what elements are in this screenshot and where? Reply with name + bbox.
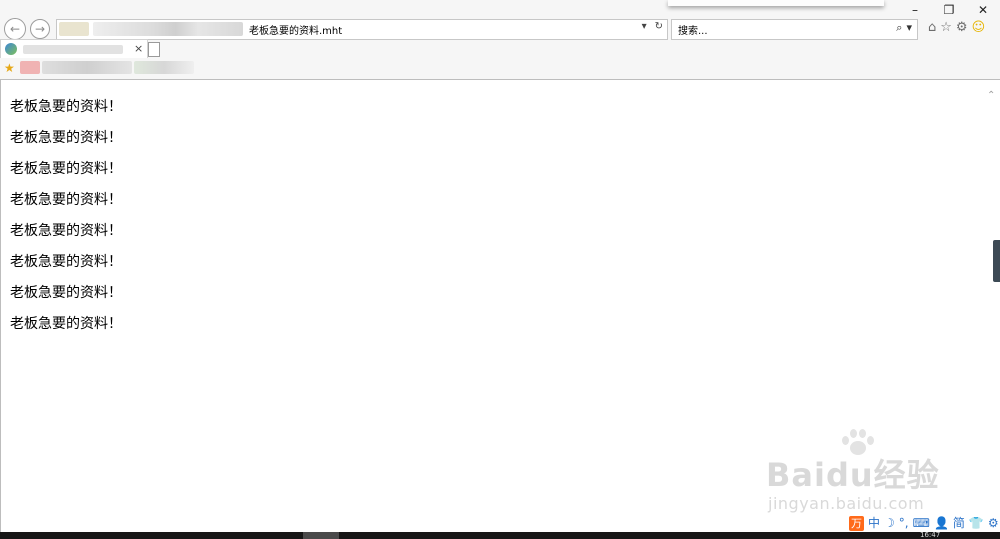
- moon-halfwidth-icon[interactable]: ☽: [884, 515, 895, 531]
- sogou-logo-icon[interactable]: 万: [849, 515, 864, 531]
- settings-gear-icon[interactable]: ⚙: [956, 20, 968, 35]
- ime-mode-toggle[interactable]: 中: [868, 515, 880, 531]
- user-icon[interactable]: 👤: [934, 515, 949, 531]
- keyboard-icon[interactable]: ⌨: [913, 515, 930, 531]
- content-line: 老板急要的资料！: [10, 99, 122, 115]
- address-url-text: 老板急要的资料.mht: [249, 26, 343, 37]
- favorites-item-blurred[interactable]: [42, 61, 132, 74]
- search-placeholder: 搜索...: [678, 26, 708, 37]
- taskbar-clock: 16:47: [920, 531, 941, 539]
- dropdown-popup-edge: [668, 0, 884, 6]
- content-line: 老板急要的资料！: [10, 223, 122, 239]
- punctuation-icon[interactable]: °,: [899, 515, 909, 531]
- taskbar-app-item[interactable]: [303, 532, 339, 539]
- favorites-bar: ★: [0, 58, 1000, 78]
- tab-close-icon[interactable]: ×: [134, 42, 143, 55]
- content-line: 老板急要的资料！: [10, 316, 122, 332]
- skin-shirt-icon[interactable]: 👕: [969, 515, 984, 531]
- search-icon[interactable]: ⌕: [896, 21, 902, 35]
- back-button[interactable]: ←: [4, 18, 26, 40]
- browser-chrome: – ❐ ✕ ← → 老板急要的资料.mht ▾ ↻ 搜索... ⌕ ▾ ⌂ ☆ …: [0, 0, 1000, 80]
- content-lines: 老板急要的资料！ 老板急要的资料！ 老板急要的资料！ 老板急要的资料！ 老板急要…: [10, 98, 122, 346]
- taskbar: 16:47: [0, 532, 1000, 539]
- search-dropdown-icon[interactable]: ▾: [906, 21, 912, 35]
- browser-tab[interactable]: ×: [0, 39, 148, 59]
- ime-toolbar: 万 中 ☽ °, ⌨ 👤 简 👕 ⚙: [849, 515, 999, 531]
- content-line: 老板急要的资料！: [10, 254, 122, 270]
- home-icon[interactable]: ⌂: [928, 20, 936, 35]
- restore-button[interactable]: ❐: [932, 0, 966, 20]
- new-tab-button[interactable]: [148, 42, 160, 57]
- content-line: 老板急要的资料！: [10, 130, 122, 146]
- address-blur-region: [93, 22, 243, 36]
- search-box[interactable]: 搜索... ⌕ ▾: [671, 19, 918, 40]
- ie-favicon-icon: [5, 43, 17, 55]
- toolbar-icons: ⌂ ☆ ⚙ ☺: [928, 20, 985, 35]
- favorites-item-blurred[interactable]: [20, 61, 40, 74]
- address-dropdown-icon[interactable]: ▾: [642, 21, 647, 32]
- vertical-scrollbar[interactable]: ⌃: [984, 80, 1000, 532]
- address-blur-region: [59, 22, 89, 36]
- arrow-right-icon: →: [34, 22, 46, 36]
- scroll-up-icon[interactable]: ⌃: [987, 90, 995, 101]
- ime-settings-icon[interactable]: ⚙: [988, 515, 999, 531]
- minimize-button[interactable]: –: [898, 0, 932, 20]
- favorites-add-icon[interactable]: ★: [4, 61, 15, 75]
- watermark-url: jingyan.baidu.com: [768, 494, 925, 513]
- refresh-icon[interactable]: ↻: [655, 21, 663, 32]
- favorites-star-icon[interactable]: ☆: [940, 20, 952, 35]
- window-controls: – ❐ ✕: [898, 0, 1000, 20]
- simplified-toggle[interactable]: 简: [953, 515, 965, 531]
- tab-title-blurred: [23, 45, 123, 54]
- watermark-title: Baidu经验: [766, 456, 940, 494]
- favorites-item-blurred[interactable]: [134, 61, 194, 74]
- baidu-watermark: Baidu经验 jingyan.baidu.com: [760, 429, 960, 520]
- close-window-button[interactable]: ✕: [966, 0, 1000, 20]
- content-line: 老板急要的资料！: [10, 285, 122, 301]
- forward-button[interactable]: →: [30, 19, 50, 39]
- smiley-feedback-icon[interactable]: ☺: [972, 20, 986, 35]
- arrow-left-icon: ←: [9, 22, 21, 36]
- content-line: 老板急要的资料！: [10, 161, 122, 177]
- side-panel-handle[interactable]: [993, 240, 1000, 282]
- content-line: 老板急要的资料！: [10, 192, 122, 208]
- address-bar[interactable]: 老板急要的资料.mht ▾ ↻: [56, 19, 668, 40]
